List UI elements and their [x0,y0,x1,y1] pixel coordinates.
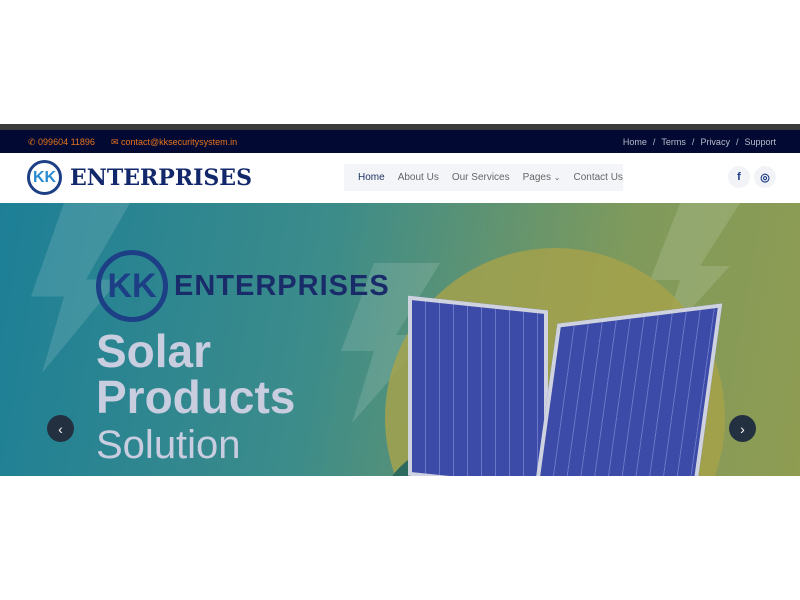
top-link-terms[interactable]: Terms [661,137,686,147]
hero-logo-text: ENTERPRISES [174,269,390,302]
hero-title: Solar Products [96,328,295,420]
top-link-support[interactable]: Support [744,137,776,147]
hero-logo-mark: KK [96,250,168,322]
solar-panel-right [532,303,723,476]
email-contact[interactable]: ✉ contact@kksecuritysystem.in [111,137,237,148]
hero-slider: KK ENTERPRISES Solar Products Solution ‹ … [0,203,800,476]
nav-home[interactable]: Home [358,172,385,183]
top-bar: ✆ 099604 11896 ✉ contact@kksecuritysyste… [0,130,800,153]
prev-slide-button[interactable]: ‹ [47,415,74,442]
chevron-down-icon: ⌄ [553,173,561,182]
next-slide-button[interactable]: › [729,415,756,442]
main-menu: Home About Us Our Services Pages ⌄ Conta… [344,164,623,191]
facebook-icon[interactable]: f [728,166,750,188]
separator: / [735,137,739,147]
nav-pages-label: Pages [522,172,551,183]
nav-pages[interactable]: Pages ⌄ [523,172,561,183]
phone-icon: ✆ [28,137,39,147]
hero-line-2: Products [96,371,296,423]
nav-about[interactable]: About Us [398,172,439,183]
logo-mark: KK [27,160,62,195]
logo[interactable]: KK ENTERPRISES [27,160,252,195]
hero-subtitle: Solution [96,423,241,467]
separator: / [652,137,656,147]
hero-line-1: Solar [96,325,212,377]
phone-contact[interactable]: ✆ 099604 11896 [28,137,95,148]
envelope-icon: ✉ [110,137,121,147]
instagram-icon[interactable]: ◎ [754,166,776,188]
logo-text: ENTERPRISES [70,164,252,191]
top-link-privacy[interactable]: Privacy [700,137,730,147]
nav-contact[interactable]: Contact Us [573,172,622,183]
separator: / [691,137,695,147]
navbar: KK ENTERPRISES Home About Us Our Service… [0,153,800,203]
top-link-home[interactable]: Home [623,137,647,147]
nav-services[interactable]: Our Services [452,172,510,183]
solar-panel-left [408,295,548,476]
hero-logo: KK ENTERPRISES [96,250,390,322]
